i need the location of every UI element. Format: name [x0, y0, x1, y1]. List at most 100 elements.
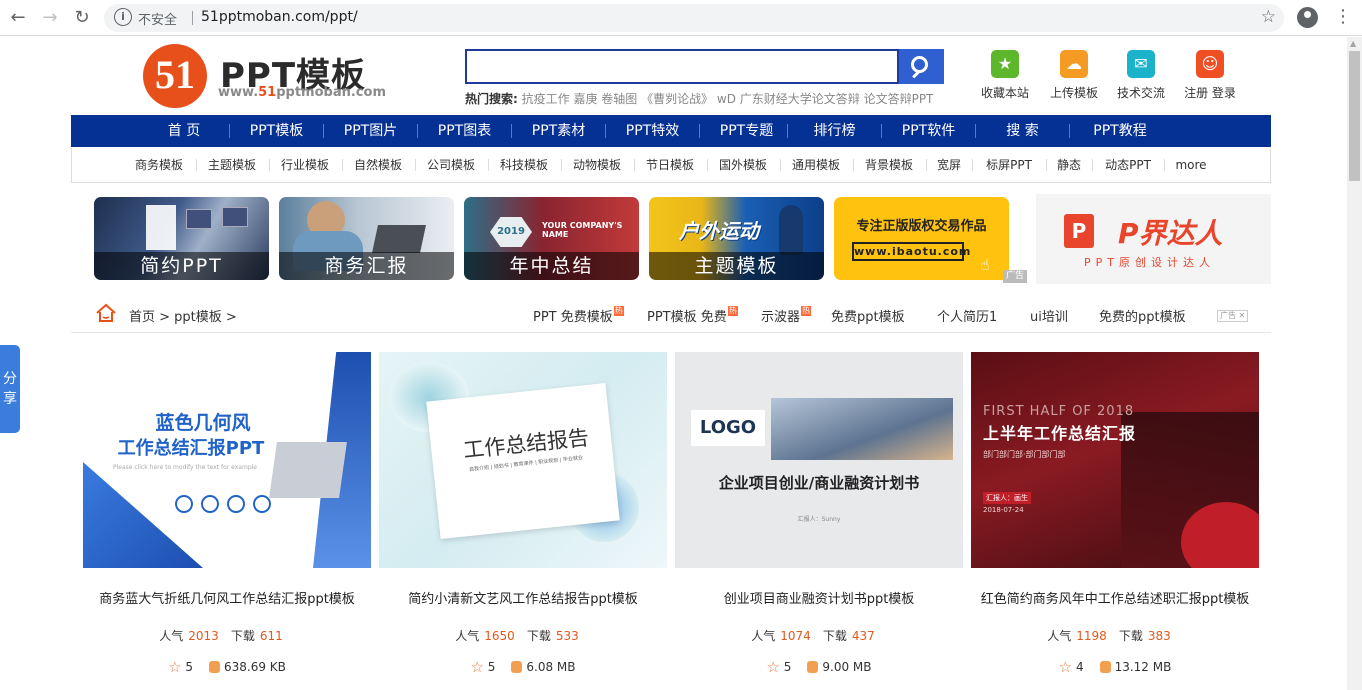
account-avatar-icon[interactable]: [1297, 7, 1318, 28]
category-business[interactable]: 商务模板: [124, 148, 194, 182]
popularity-label: 人气: [455, 629, 480, 643]
upload-template-link[interactable]: ☁ 上传模板: [1039, 50, 1109, 101]
nav-item-search[interactable]: 搜 索: [976, 115, 1069, 147]
keyword-link[interactable]: 免费ppt模板: [831, 306, 905, 325]
keyword-link[interactable]: PPT 免费模板热: [533, 306, 624, 325]
template-thumbnail[interactable]: 工作总结报告 自我介绍 | 规划书 | 教育课件 | 职业规划 | 毕业就业: [379, 352, 667, 568]
share-button[interactable]: 分享: [0, 345, 20, 433]
file-size: 638.69 KB: [224, 660, 286, 674]
hot-searches-label: 热门搜索:: [465, 92, 518, 106]
bookmark-star-icon[interactable]: ☆: [1261, 7, 1276, 27]
scrollbar-thumb[interactable]: [1349, 51, 1360, 181]
scroll-up-arrow-icon[interactable]: ▲: [1350, 39, 1356, 48]
banner-business-report[interactable]: 商务汇报: [279, 197, 454, 280]
template-card[interactable]: 工作总结报告 自我介绍 | 规划书 | 教育课件 | 职业规划 | 毕业就业 简…: [379, 352, 667, 676]
info-icon[interactable]: i: [114, 8, 132, 26]
address-bar[interactable]: i 不安全 51pptmoban.com/ppt/ ☆: [104, 4, 1284, 32]
logo-url-prefix: www.: [218, 85, 259, 100]
keyword-link[interactable]: PPT模板 免费热: [647, 306, 738, 325]
page-scrollbar[interactable]: ▲: [1347, 37, 1362, 690]
nav-item-rankings[interactable]: 排行榜: [788, 115, 881, 147]
category-general[interactable]: 通用模板: [781, 148, 851, 182]
category-animated[interactable]: 动态PPT: [1093, 148, 1163, 182]
nav-item-home[interactable]: 首 页: [139, 115, 229, 147]
keyword-text: 示波器: [761, 310, 801, 325]
popularity-label: 人气: [751, 629, 776, 643]
url-text[interactable]: 51pptmoban.com/ppt/: [201, 9, 358, 25]
category-theme[interactable]: 主题模板: [197, 148, 267, 182]
rating-value: 4: [1075, 660, 1084, 674]
template-title[interactable]: 商务蓝大气折纸几何风工作总结汇报ppt模板: [83, 588, 371, 607]
ad-close-label[interactable]: 广告 ✕: [1217, 310, 1249, 322]
nav-item-ppt-templates[interactable]: PPT模板: [230, 115, 323, 147]
category-widescreen[interactable]: 宽屏: [927, 148, 971, 182]
template-card[interactable]: FIRST HALF OF 2018 上半年工作总结汇报 部门部门部·部门部门部…: [971, 352, 1259, 676]
rating-value: 5: [185, 660, 193, 674]
nav-item-ppt-software[interactable]: PPT软件: [882, 115, 975, 147]
star-rating-icon: ☆: [766, 658, 780, 676]
template-card[interactable]: 蓝色几何风 工作总结汇报PPT Please click here to mod…: [83, 352, 371, 676]
search-button[interactable]: [899, 49, 944, 84]
back-arrow-icon[interactable]: ←: [6, 6, 30, 30]
category-technology[interactable]: 科技模板: [489, 148, 559, 182]
bookmark-site-link[interactable]: ★ 收藏本站: [970, 50, 1040, 101]
hot-searches: 热门搜索: 抗疫工作 嘉庚 卷轴图 《曹刿论战》 wD 广东财经大学论文答辩 论…: [465, 90, 933, 107]
category-nature[interactable]: 自然模板: [343, 148, 413, 182]
nav-item-ppt-charts[interactable]: PPT图表: [418, 115, 511, 147]
reload-icon[interactable]: ↻: [70, 6, 94, 30]
banner-ibaotu-ad[interactable]: 专注正版版权交易作品 www.ibaotu.com ☝: [834, 197, 1009, 280]
file-size-icon: [1099, 661, 1111, 673]
file-size-icon: [511, 661, 523, 673]
register-login-link[interactable]: ☺ 注册 登录: [1175, 50, 1245, 101]
banner-midyear-summary[interactable]: 2019 YOUR COMPANY'S NAME 年中总结: [464, 197, 639, 280]
site-logo-mark[interactable]: 51: [143, 44, 207, 108]
category-more[interactable]: more: [1165, 148, 1217, 182]
nav-item-ppt-tutorials[interactable]: PPT教程: [1070, 115, 1170, 147]
template-title[interactable]: 简约小清新文艺风工作总结报告ppt模板: [379, 588, 667, 607]
breadcrumb[interactable]: 首页 > ppt模板 >: [129, 306, 237, 325]
user-icon: ☺: [1196, 50, 1224, 78]
category-company[interactable]: 公司模板: [416, 148, 486, 182]
forward-arrow-icon[interactable]: →: [38, 6, 62, 30]
banner-minimal-ppt[interactable]: 简约PPT: [94, 197, 269, 280]
thumb-title: 上半年工作总结汇报: [983, 424, 1137, 443]
nav-item-ppt-topics[interactable]: PPT专题: [700, 115, 793, 147]
template-thumbnail[interactable]: LOGO 企业项目创业/商业融资计划书 汇报人：Sunny: [675, 352, 963, 568]
keyword-link[interactable]: 示波器热: [761, 306, 812, 325]
category-background[interactable]: 背景模板: [854, 148, 924, 182]
category-static[interactable]: 静态: [1047, 148, 1091, 182]
keyword-link[interactable]: ui培训: [1030, 306, 1068, 325]
hot-searches-terms[interactable]: 抗疫工作 嘉庚 卷轴图 《曹刿论战》 wD 广东财经大学论文答辩 论文答辩PPT: [522, 92, 934, 106]
hot-badge: 热: [727, 306, 738, 316]
upload-cloud-icon: ☁: [1060, 50, 1088, 78]
template-thumbnail[interactable]: 蓝色几何风 工作总结汇报PPT Please click here to mod…: [83, 352, 371, 568]
nav-item-ppt-materials[interactable]: PPT素材: [512, 115, 605, 147]
home-icon[interactable]: [95, 303, 117, 323]
template-stats: 人气 1074 下载 437: [675, 627, 963, 644]
browser-menu-icon[interactable]: ⋮: [1334, 6, 1352, 28]
category-industry[interactable]: 行业模板: [270, 148, 340, 182]
category-foreign[interactable]: 国外模板: [708, 148, 778, 182]
keyword-link[interactable]: 免费的ppt模板: [1099, 306, 1186, 325]
banner-inner-text: 户外运动: [679, 219, 759, 243]
banner-theme-templates[interactable]: 户外运动 主题模板: [649, 197, 824, 280]
file-size: 9.00 MB: [822, 660, 872, 674]
template-title[interactable]: 红色简约商务风年中工作总结述职汇报ppt模板: [971, 588, 1259, 607]
search-input[interactable]: [465, 49, 899, 84]
tech-forum-link[interactable]: ✉ 技术交流: [1106, 50, 1176, 101]
template-title[interactable]: 创业项目商业融资计划书ppt模板: [675, 588, 963, 607]
keyword-link[interactable]: 个人简历1: [937, 306, 997, 325]
banner-pjie-daren[interactable]: P P界达人 PPT原创设计达人: [1036, 194, 1271, 284]
browser-toolbar: ← → ↻ i 不安全 51pptmoban.com/ppt/ ☆ ⋮: [0, 0, 1362, 36]
template-stats: 人气 2013 下载 611: [83, 627, 371, 644]
thumb-subtitle: Please click here to modify the text for…: [113, 464, 257, 471]
category-festival[interactable]: 节日模板: [635, 148, 705, 182]
nav-item-ppt-effects[interactable]: PPT特效: [606, 115, 699, 147]
template-card[interactable]: LOGO 企业项目创业/商业融资计划书 汇报人：Sunny 创业项目商业融资计划…: [675, 352, 963, 676]
thumb-subtitle: 汇报人：Sunny: [797, 516, 841, 523]
category-standard-screen[interactable]: 标屏PPT: [973, 148, 1045, 182]
banner-caption: 简约PPT: [94, 252, 269, 280]
category-animal[interactable]: 动物模板: [562, 148, 632, 182]
nav-item-ppt-images[interactable]: PPT图片: [324, 115, 417, 147]
template-thumbnail[interactable]: FIRST HALF OF 2018 上半年工作总结汇报 部门部门部·部门部门部…: [971, 352, 1259, 568]
